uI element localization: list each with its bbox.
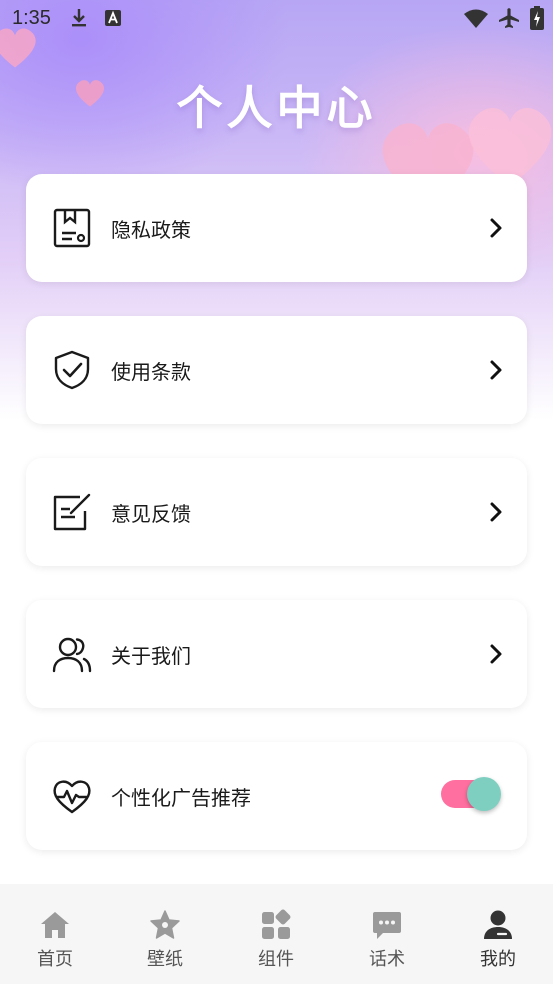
star-icon (150, 910, 180, 939)
airplane-icon (499, 8, 519, 28)
tab-wallpaper[interactable]: 壁纸 (110, 884, 220, 984)
personalized-ads-toggle[interactable] (441, 776, 501, 812)
menu-item-privacy-policy[interactable]: 隐私政策 (26, 174, 527, 282)
menu-item-feedback[interactable]: 意见反馈 (26, 458, 527, 566)
tab-home[interactable]: 首页 (0, 884, 110, 984)
edit-note-icon (53, 493, 91, 531)
tab-label: 组件 (258, 949, 294, 970)
document-icon (53, 208, 91, 248)
tab-label: 壁纸 (147, 949, 183, 970)
text-a-icon (105, 10, 121, 26)
chevron-right-icon (490, 218, 502, 238)
tab-label: 话术 (369, 949, 405, 970)
widgets-icon (262, 909, 291, 939)
chevron-right-icon (490, 644, 502, 664)
menu-item-terms-of-use[interactable]: 使用条款 (26, 316, 527, 424)
chevron-right-icon (490, 360, 502, 380)
tab-scripts[interactable]: 话术 (332, 884, 442, 984)
menu-item-label: 个性化广告推荐 (111, 786, 251, 810)
battery-charging-icon (530, 6, 544, 30)
menu-item-label: 关于我们 (111, 644, 191, 668)
tab-widgets[interactable]: 组件 (221, 884, 331, 984)
menu-item-label: 使用条款 (111, 360, 191, 384)
menu-item-label: 意见反馈 (111, 502, 191, 526)
status-bar: 1:35 (0, 0, 553, 36)
profile-icon (484, 910, 512, 939)
page-title: 个人中心 (176, 81, 377, 135)
tab-label: 首页 (37, 949, 73, 970)
status-time: 1:35 (12, 7, 51, 29)
home-icon (41, 912, 69, 938)
download-icon (72, 9, 86, 27)
users-icon (52, 637, 92, 673)
tab-label: 我的 (480, 949, 516, 970)
bottom-tab-bar: 首页 壁纸 组件 话术 我的 (0, 884, 553, 984)
tab-mine[interactable]: 我的 (443, 884, 553, 984)
chat-icon (373, 912, 401, 939)
chevron-right-icon (490, 502, 502, 522)
heart-pulse-icon (53, 780, 91, 814)
menu-item-about-us[interactable]: 关于我们 (26, 600, 527, 708)
toggle-knob (467, 777, 501, 811)
shield-check-icon (54, 350, 90, 390)
menu-item-label: 隐私政策 (111, 218, 191, 242)
wifi-icon (464, 9, 488, 28)
menu-item-personalized-ads: 个性化广告推荐 (26, 742, 527, 850)
